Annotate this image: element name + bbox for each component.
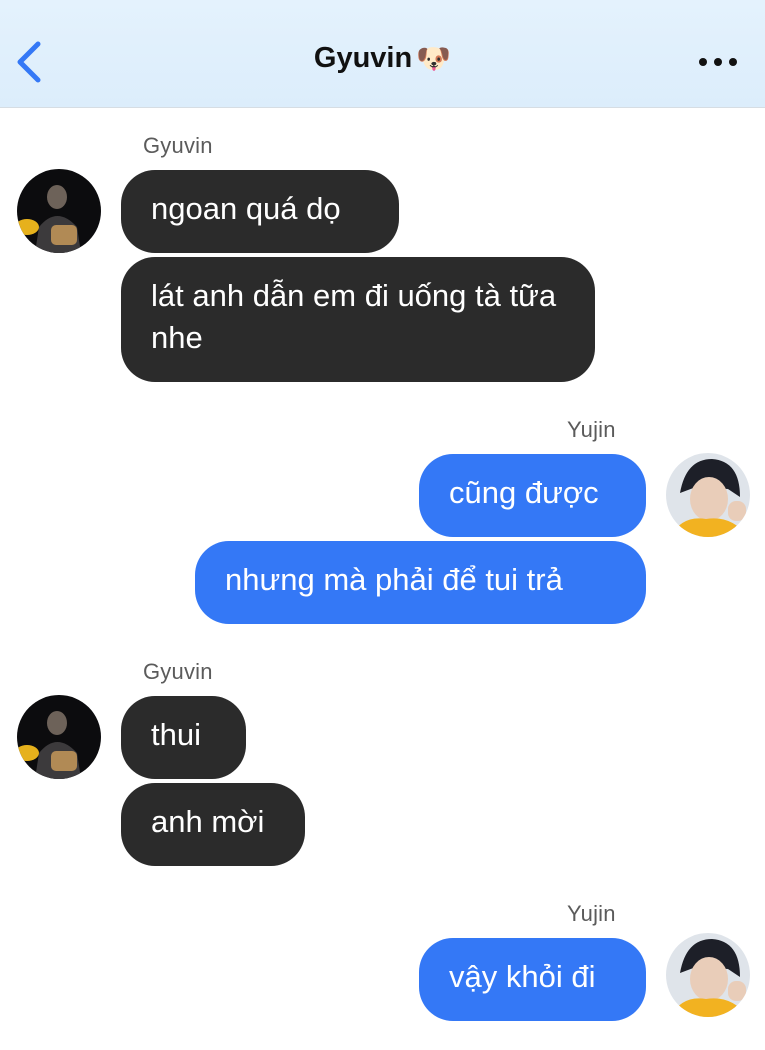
- message-bubble[interactable]: thui: [121, 696, 246, 779]
- avatar-yujin[interactable]: [666, 933, 750, 1017]
- avatar-photo-icon: [17, 695, 101, 779]
- message-bubble[interactable]: cũng được: [419, 454, 646, 537]
- message-bubble[interactable]: ngoan quá dọ: [121, 170, 399, 253]
- message-bubble[interactable]: vậy khỏi đi: [419, 938, 646, 1021]
- more-options-button[interactable]: [699, 58, 739, 68]
- message-bubble[interactable]: nhưng mà phải để tui trả: [195, 541, 646, 624]
- sender-name: Gyuvin: [143, 133, 213, 158]
- sender-name: Yujin: [567, 417, 616, 442]
- avatar-photo-icon: [666, 453, 750, 537]
- avatar-yujin[interactable]: [666, 453, 750, 537]
- sender-name: Yujin: [567, 901, 616, 926]
- avatar-photo-icon: [666, 933, 750, 1017]
- message-bubble[interactable]: anh mời: [121, 783, 305, 866]
- chat-title[interactable]: Gyuvin 🐶: [0, 42, 765, 75]
- puppy-emoji-icon: 🐶: [416, 42, 452, 75]
- avatar-photo-icon: [17, 169, 101, 253]
- avatar-gyuvin[interactable]: [17, 695, 101, 779]
- chat-title-text: Gyuvin: [313, 42, 413, 74]
- message-bubble[interactable]: lát anh dẫn em đi uống tà tữa nhe: [121, 257, 595, 382]
- sender-name: Gyuvin: [143, 659, 213, 684]
- avatar-gyuvin[interactable]: [17, 169, 101, 253]
- chat-header: Gyuvin 🐶: [0, 0, 765, 108]
